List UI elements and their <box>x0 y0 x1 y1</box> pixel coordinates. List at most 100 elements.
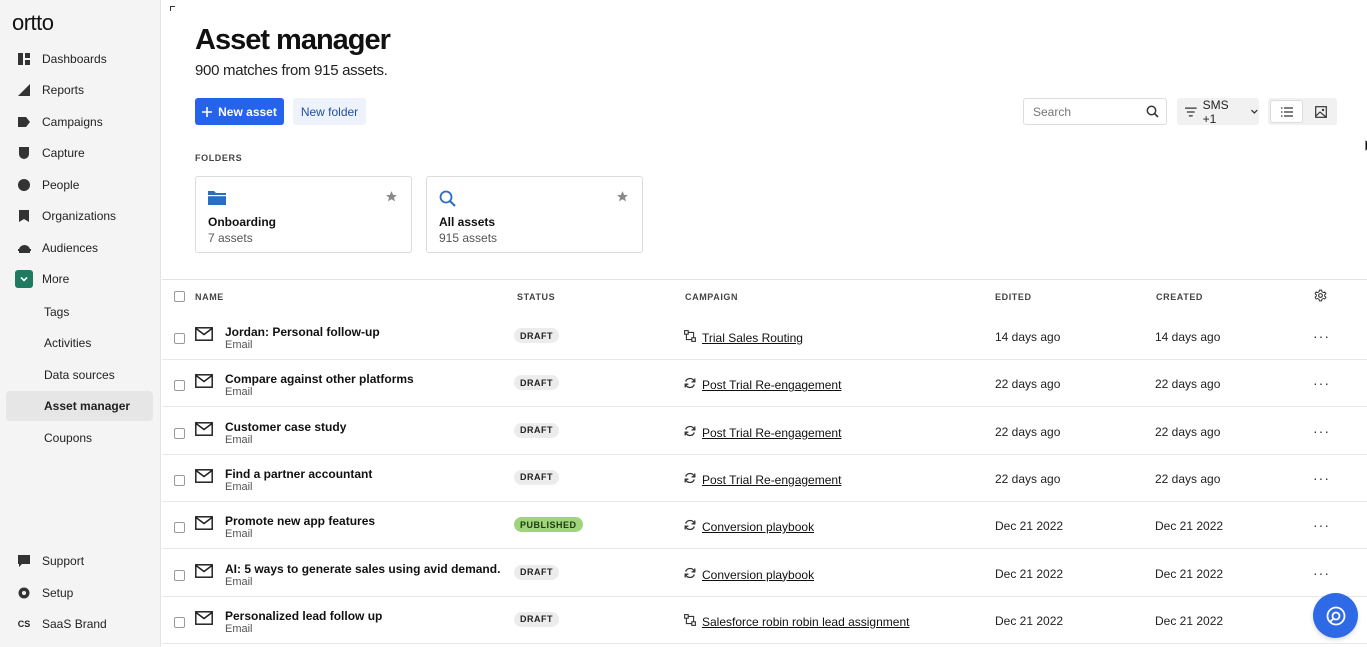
new-asset-button[interactable]: New asset <box>195 98 284 125</box>
search-input[interactable] <box>1033 104 1143 119</box>
more-options-icon[interactable]: ··· <box>1313 470 1330 486</box>
sidebar-item-label: People <box>42 178 80 192</box>
email-icon <box>195 327 213 346</box>
campaign-cell: Trial Sales Routing <box>684 329 803 347</box>
asset-name[interactable]: Customer case study <box>225 420 346 434</box>
sidebar-item-organizations[interactable]: Organizations <box>6 202 153 230</box>
recurring-icon <box>684 376 696 394</box>
sidebar-item-capture[interactable]: Capture <box>6 139 153 167</box>
table-row[interactable]: Compare against other platforms Email DR… <box>162 360 1367 408</box>
asset-name[interactable]: Find a partner accountant <box>225 467 372 481</box>
asset-type: Email <box>225 480 253 493</box>
table-row[interactable]: Find a partner accountant Email DRAFT Po… <box>162 455 1367 502</box>
edited-date: 14 days ago <box>995 330 1061 344</box>
list-icon <box>1280 106 1293 117</box>
more-options-icon[interactable]: ··· <box>1313 328 1330 344</box>
select-all-checkbox[interactable] <box>174 291 185 302</box>
sidebar-item-more[interactable]: More <box>6 265 153 293</box>
column-header-status[interactable]: STATUS <box>517 292 555 302</box>
folder-count: 7 assets <box>208 231 253 245</box>
sidebar-item-support[interactable]: Support <box>6 547 153 575</box>
folder-card-onboarding[interactable]: Onboarding 7 assets <box>195 176 412 253</box>
sidebar-subitem-data-sources[interactable]: Data sources <box>6 360 153 390</box>
folder-card-all-assets[interactable]: All assets 915 assets <box>426 176 643 253</box>
sidebar-item-account[interactable]: CS SaaS Brand <box>6 610 153 638</box>
asset-name[interactable]: Promote new app features <box>225 514 375 528</box>
campaign-link[interactable]: Conversion playbook <box>702 520 814 534</box>
campaign-cell: Salesforce robin robin lead assignment <box>684 613 909 631</box>
asset-name[interactable]: Jordan: Personal follow-up <box>225 325 380 339</box>
preview-view-button[interactable] <box>1306 100 1335 123</box>
status-badge: DRAFT <box>514 564 559 580</box>
asset-name[interactable]: AI: 5 ways to generate sales using avid … <box>225 562 500 576</box>
column-header-created[interactable]: CREATED <box>1156 292 1203 302</box>
sidebar-subitem-asset-manager[interactable]: Asset manager <box>6 391 153 421</box>
new-asset-label: New asset <box>218 104 277 119</box>
gear-icon[interactable] <box>1314 289 1327 304</box>
campaign-cell: Post Trial Re-engagement <box>684 471 841 489</box>
sidebar-item-label: More <box>42 272 70 286</box>
star-icon[interactable] <box>385 190 398 208</box>
star-icon[interactable] <box>616 190 629 208</box>
email-icon <box>195 468 213 488</box>
row-checkbox[interactable] <box>174 616 185 628</box>
more-options-icon[interactable]: ··· <box>1313 565 1330 581</box>
table-row[interactable]: Customer case study Email DRAFT Post Tri… <box>162 408 1367 455</box>
search-icon[interactable] <box>1146 105 1159 123</box>
list-view-button[interactable] <box>1270 100 1303 123</box>
status-badge: DRAFT <box>514 375 559 391</box>
sidebar-subitem-tags[interactable]: Tags <box>6 297 153 327</box>
asset-type: Email <box>225 528 253 541</box>
filter-dropdown[interactable]: SMS +1 <box>1177 98 1259 126</box>
table-row[interactable]: Promote new app features Email PUBLISHED… <box>162 502 1367 550</box>
table-row[interactable]: AI: 5 ways to generate sales using avid … <box>162 550 1367 597</box>
row-checkbox[interactable] <box>174 380 185 392</box>
row-checkbox[interactable] <box>174 427 185 439</box>
campaign-link[interactable]: Conversion playbook <box>702 568 814 582</box>
sidebar-item-campaigns[interactable]: Campaigns <box>6 108 153 136</box>
resize-corner-icon <box>170 6 175 11</box>
recurring-icon <box>684 424 696 442</box>
more-options-icon[interactable]: ··· <box>1313 423 1330 439</box>
edited-date: 22 days ago <box>995 377 1061 392</box>
campaign-link[interactable]: Post Trial Re-engagement <box>702 426 841 440</box>
asset-type: Email <box>225 622 253 635</box>
column-header-edited[interactable]: EDITED <box>995 292 1032 302</box>
organizations-icon <box>6 210 42 222</box>
sidebar-item-label: SaaS Brand <box>42 617 107 631</box>
email-icon <box>195 516 213 535</box>
campaign-link[interactable]: Post Trial Re-engagement <box>702 378 841 392</box>
sidebar-subitem-coupons[interactable]: Coupons <box>6 423 153 453</box>
sidebar-item-reports[interactable]: Reports <box>6 76 153 104</box>
sidebar-item-setup[interactable]: Setup <box>6 579 153 607</box>
table-row[interactable]: Personalized lead follow up Email DRAFT … <box>162 597 1367 644</box>
sidebar-subitem-activities[interactable]: Activities <box>6 328 153 358</box>
more-options-icon[interactable]: ··· <box>1313 517 1330 533</box>
sidebar-item-people[interactable]: People <box>6 171 153 199</box>
row-checkbox[interactable] <box>174 333 185 344</box>
edited-date: Dec 21 2022 <box>995 613 1064 628</box>
help-chat-button[interactable] <box>1313 593 1358 638</box>
new-folder-button[interactable]: New folder <box>293 98 366 125</box>
column-header-campaign[interactable]: CAMPAIGN <box>685 292 738 302</box>
asset-type: Email <box>225 433 253 446</box>
row-checkbox[interactable] <box>174 569 185 581</box>
sidebar-item-dashboards[interactable]: Dashboards <box>6 45 153 73</box>
app-logo[interactable]: ortto <box>12 10 54 36</box>
created-date: Dec 21 2022 <box>1155 519 1224 534</box>
column-header-name[interactable]: NAME <box>195 292 224 302</box>
search-icon <box>439 190 456 212</box>
row-checkbox[interactable] <box>174 522 185 534</box>
table-row[interactable]: Jordan: Personal follow-up Email DRAFT T… <box>162 313 1367 360</box>
more-options-icon[interactable]: ··· <box>1313 375 1330 391</box>
sidebar-item-label: Support <box>42 554 85 568</box>
asset-name[interactable]: Personalized lead follow up <box>225 609 382 623</box>
campaign-link[interactable]: Trial Sales Routing <box>702 331 803 345</box>
asset-name[interactable]: Compare against other platforms <box>225 372 414 386</box>
reports-icon <box>6 84 42 96</box>
campaign-link[interactable]: Post Trial Re-engagement <box>702 473 841 487</box>
asset-type: Email <box>225 386 253 399</box>
campaign-link[interactable]: Salesforce robin robin lead assignment <box>702 615 909 629</box>
row-checkbox[interactable] <box>174 474 185 486</box>
sidebar-item-audiences[interactable]: Audiences <box>6 234 153 262</box>
